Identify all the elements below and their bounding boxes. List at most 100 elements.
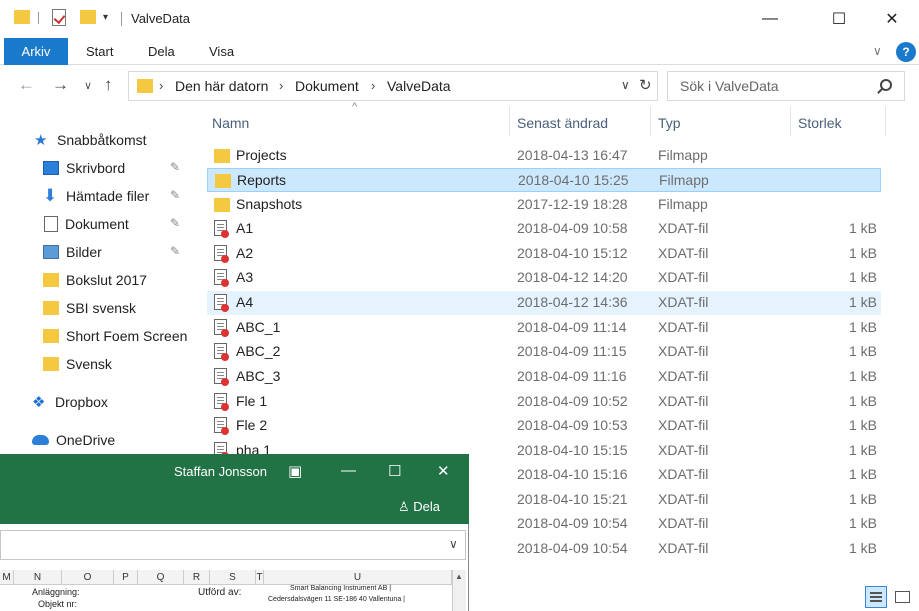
pin-icon[interactable]: ✎ bbox=[170, 188, 180, 202]
address-dropdown-icon[interactable]: ∨ bbox=[621, 78, 630, 92]
pin-icon[interactable]: ✎ bbox=[170, 244, 180, 258]
spreadsheet-grid[interactable]: Anläggning: Objekt nr: Utförd av: Smart … bbox=[0, 585, 452, 611]
recent-dropdown-icon[interactable]: ∨ bbox=[84, 79, 92, 92]
address-bar[interactable]: › Den här datorn › Dokument › ValveData … bbox=[128, 71, 658, 101]
column-header-t[interactable]: T bbox=[256, 570, 264, 585]
maximize-button[interactable]: ☐ bbox=[816, 0, 862, 38]
breadcrumb-this-pc[interactable]: Den här datorn bbox=[175, 78, 268, 94]
file-name: A2 bbox=[236, 245, 254, 261]
sidebar-item-pictures[interactable]: Bilder bbox=[43, 239, 102, 265]
table-row[interactable]: ABC_3 2018-04-09 11:16 XDAT-fil 1 kB bbox=[207, 365, 881, 389]
file-modified: 2018-04-12 14:36 bbox=[517, 294, 628, 310]
column-header-size[interactable]: Storlek bbox=[798, 110, 842, 136]
column-header-n[interactable]: N bbox=[14, 570, 62, 585]
column-divider[interactable] bbox=[650, 106, 651, 136]
column-header-q[interactable]: Q bbox=[138, 570, 184, 585]
help-button[interactable]: ? bbox=[896, 42, 916, 62]
column-header-o[interactable]: O bbox=[62, 570, 114, 585]
column-header-u[interactable]: U bbox=[264, 570, 452, 585]
sidebar-item-downloads[interactable]: ⬇ Hämtade filer bbox=[43, 183, 149, 209]
details-view-button[interactable] bbox=[865, 586, 887, 608]
formula-bar[interactable]: ∨ bbox=[0, 530, 466, 560]
tab-visa[interactable]: Visa bbox=[209, 38, 234, 65]
sidebar-item-documents[interactable]: Dokument bbox=[44, 211, 129, 237]
tab-dela[interactable]: Dela bbox=[148, 38, 175, 65]
table-row[interactable]: A3 2018-04-12 14:20 XDAT-fil 1 kB bbox=[207, 266, 881, 290]
download-icon: ⬇ bbox=[43, 186, 58, 205]
sidebar-item-short-foem-screen[interactable]: Short Foem Screen bbox=[43, 323, 189, 349]
sidebar-item-dropbox[interactable]: ❖ Dropbox bbox=[32, 389, 108, 415]
large-icons-view-button[interactable] bbox=[891, 586, 913, 608]
pin-icon[interactable]: ✎ bbox=[170, 216, 180, 230]
tab-start[interactable]: Start bbox=[86, 38, 113, 65]
breadcrumb-documents[interactable]: Dokument bbox=[295, 78, 359, 94]
table-row[interactable]: ABC_2 2018-04-09 11:15 XDAT-fil 1 kB bbox=[207, 340, 881, 364]
file-type: Filmapp bbox=[658, 196, 708, 212]
search-input[interactable]: Sök i ValveData bbox=[680, 78, 779, 94]
tab-arkiv[interactable]: Arkiv bbox=[4, 38, 68, 65]
column-divider[interactable] bbox=[509, 106, 510, 136]
column-header-name[interactable]: Namn bbox=[212, 110, 249, 136]
scroll-up-icon[interactable]: ▲ bbox=[455, 572, 463, 581]
chevron-right-icon[interactable]: › bbox=[159, 78, 163, 93]
excel-user-name[interactable]: Staffan Jonsson bbox=[174, 464, 267, 479]
cell-anlaggning[interactable]: Anläggning: bbox=[32, 587, 80, 597]
column-divider[interactable] bbox=[885, 106, 886, 136]
file-type: Filmapp bbox=[659, 172, 709, 188]
expand-ribbon-icon[interactable]: ∨ bbox=[873, 44, 882, 58]
pin-icon[interactable]: ✎ bbox=[170, 160, 180, 174]
sidebar-item-onedrive[interactable]: OneDrive bbox=[32, 427, 115, 453]
minimize-button[interactable]: — bbox=[341, 462, 356, 479]
cell-utford-av[interactable]: Utförd av: bbox=[198, 587, 241, 598]
file-name: ABC_2 bbox=[236, 343, 281, 359]
sidebar-item-svensk[interactable]: Svensk bbox=[43, 351, 112, 377]
cell-objekt-nr[interactable]: Objekt nr: bbox=[38, 599, 77, 609]
search-box[interactable]: Sök i ValveData bbox=[667, 71, 905, 101]
up-arrow-icon[interactable]: ↑ bbox=[104, 75, 113, 95]
close-button[interactable]: ✕ bbox=[437, 462, 450, 480]
sidebar-item-quick-access[interactable]: ★ Snabbåtkomst bbox=[34, 127, 147, 153]
sidebar-item-sbi-svensk[interactable]: SBI svensk bbox=[43, 295, 136, 321]
quick-access-dropdown-icon[interactable]: ▾ bbox=[103, 12, 108, 23]
chevron-right-icon[interactable]: › bbox=[279, 78, 283, 93]
back-arrow-icon[interactable]: ← bbox=[18, 75, 35, 95]
sidebar-item-bokslut-2017[interactable]: Bokslut 2017 bbox=[43, 267, 147, 293]
refresh-icon[interactable]: ↻ bbox=[639, 76, 652, 94]
search-icon[interactable] bbox=[880, 79, 892, 91]
column-header-r[interactable]: R bbox=[184, 570, 210, 585]
chevron-right-icon[interactable]: › bbox=[371, 78, 375, 93]
close-button[interactable]: ✕ bbox=[869, 0, 915, 38]
column-header-type[interactable]: Typ bbox=[658, 110, 681, 136]
table-row[interactable]: ABC_1 2018-04-09 11:14 XDAT-fil 1 kB bbox=[207, 316, 881, 340]
column-header-p[interactable]: P bbox=[114, 570, 138, 585]
forward-arrow-icon[interactable]: → bbox=[52, 75, 69, 95]
table-row[interactable]: Fle 2 2018-04-09 10:53 XDAT-fil 1 kB bbox=[207, 414, 881, 438]
sidebar-item-desktop[interactable]: Skrivbord bbox=[43, 155, 125, 181]
column-header-s[interactable]: S bbox=[210, 570, 256, 585]
cell-company-address[interactable]: Cedersdalsvägen 11 SE-186 40 Vallentuna … bbox=[268, 596, 405, 603]
ribbon-display-options-icon[interactable]: ▣ bbox=[288, 462, 302, 480]
new-folder-icon[interactable] bbox=[80, 10, 96, 24]
column-header-m[interactable]: M bbox=[0, 570, 14, 585]
column-divider[interactable] bbox=[790, 106, 791, 136]
minimize-button[interactable]: — bbox=[747, 0, 793, 38]
sidebar-item-label: Bokslut 2017 bbox=[66, 272, 147, 288]
properties-icon[interactable] bbox=[52, 9, 66, 26]
table-row[interactable]: A4 2018-04-12 14:36 XDAT-fil 1 kB bbox=[207, 291, 881, 315]
table-row[interactable]: A1 2018-04-09 10:58 XDAT-fil 1 kB bbox=[207, 217, 881, 241]
expand-formula-bar-icon[interactable]: ∨ bbox=[449, 537, 458, 551]
column-header-modified[interactable]: Senast ändrad bbox=[517, 110, 608, 136]
table-row[interactable]: Fle 1 2018-04-09 10:52 XDAT-fil 1 kB bbox=[207, 390, 881, 414]
maximize-button[interactable]: ☐ bbox=[388, 462, 401, 480]
star-icon: ★ bbox=[34, 132, 48, 149]
share-button[interactable]: ♙ Dela bbox=[398, 499, 440, 515]
table-row[interactable]: Reports 2018-04-10 15:25 Filmapp bbox=[207, 168, 881, 192]
vertical-scrollbar[interactable]: ▲ bbox=[452, 570, 466, 611]
breadcrumb-valvedata[interactable]: ValveData bbox=[387, 78, 451, 94]
cell-company[interactable]: Smart Balancing Instrument AB | bbox=[290, 585, 391, 592]
table-row[interactable]: Snapshots 2017-12-19 18:28 Filmapp bbox=[207, 193, 881, 217]
file-type: XDAT-fil bbox=[658, 417, 709, 433]
table-row[interactable]: Projects 2018-04-13 16:47 Filmapp bbox=[207, 144, 881, 168]
file-modified: 2018-04-09 11:16 bbox=[517, 368, 627, 384]
table-row[interactable]: A2 2018-04-10 15:12 XDAT-fil 1 kB bbox=[207, 242, 881, 266]
